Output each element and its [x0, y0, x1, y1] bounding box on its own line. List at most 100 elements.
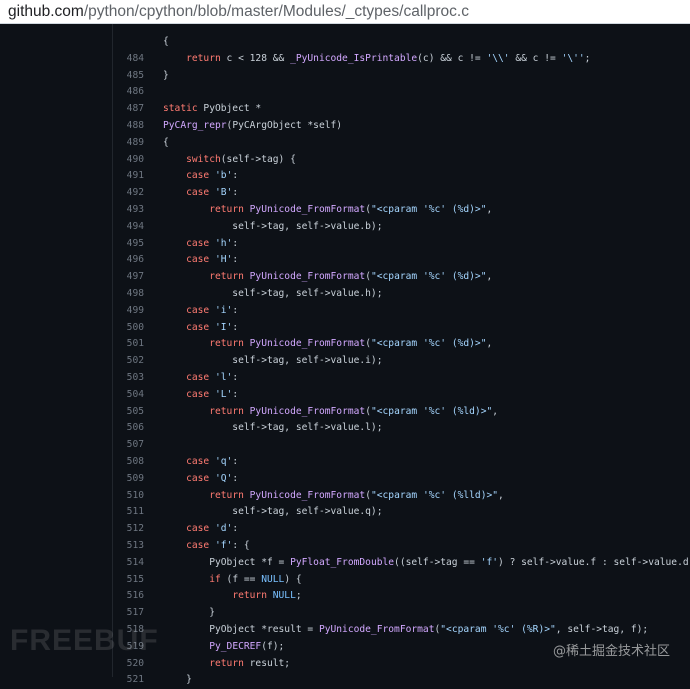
code-line: 495 case 'h': [0, 236, 690, 253]
code-line: 493 return PyUnicode_FromFormat("<cparam… [0, 202, 690, 219]
code-text: static PyObject * [163, 103, 262, 115]
code-text: case 'Q': [186, 472, 239, 484]
code-line: 521 } [0, 672, 690, 689]
line-number[interactable]: 505 [100, 404, 144, 421]
line-number[interactable]: 487 [100, 101, 144, 118]
line-number[interactable]: 521 [100, 672, 144, 689]
line-number[interactable]: 507 [100, 437, 144, 454]
line-number[interactable]: 506 [100, 420, 144, 437]
line-number[interactable]: 491 [100, 168, 144, 185]
url-path: /python/cpython/blob/master/Modules/_cty… [83, 3, 469, 20]
code-line: 512 case 'd': [0, 521, 690, 538]
code-text: case 'i': [186, 304, 239, 316]
line-number[interactable]: 496 [100, 252, 144, 269]
code-line: 503 case 'l': [0, 370, 690, 387]
line-number[interactable]: 509 [100, 471, 144, 488]
code-text: self->tag, self->value.i); [163, 355, 383, 367]
code-line: 501 return PyUnicode_FromFormat("<cparam… [0, 336, 690, 353]
code-text: { [163, 136, 169, 148]
code-text: return PyUnicode_FromFormat("<cparam '%c… [209, 338, 493, 350]
code-line: 491 case 'b': [0, 168, 690, 185]
line-number[interactable]: 489 [100, 135, 144, 152]
code-line: 496 case 'H': [0, 252, 690, 269]
code-text: case 'H': [186, 254, 239, 266]
code-text: return NULL; [232, 590, 302, 602]
code-text: } [163, 69, 169, 81]
code-line: 504 case 'L': [0, 387, 690, 404]
code-line: 509 case 'Q': [0, 471, 690, 488]
code-text: if (f == NULL) { [209, 573, 302, 585]
code-text: return PyUnicode_FromFormat("<cparam '%c… [209, 271, 493, 283]
code-line: 507 [0, 437, 690, 454]
line-number[interactable]: 484 [100, 51, 144, 68]
line-number[interactable]: 492 [100, 185, 144, 202]
code-text: return result; [209, 657, 291, 669]
line-number[interactable]: 517 [100, 605, 144, 622]
line-number[interactable]: 504 [100, 387, 144, 404]
line-number[interactable]: 490 [100, 152, 144, 169]
line-number[interactable]: 510 [100, 488, 144, 505]
line-number[interactable]: 511 [100, 504, 144, 521]
line-number[interactable]: 500 [100, 320, 144, 337]
code-text: case 'L': [186, 388, 239, 400]
code-line: 498 self->tag, self->value.h); [0, 286, 690, 303]
code-text: case 'I': [186, 321, 239, 333]
code-text: return PyUnicode_FromFormat("<cparam '%c… [209, 204, 493, 215]
line-number[interactable]: 501 [100, 336, 144, 353]
code-text: case 'f': { [186, 540, 250, 551]
code-line: 494 self->tag, self->value.b); [0, 219, 690, 236]
code-line: 486 [0, 84, 690, 101]
code-text: case 'B': [186, 187, 239, 199]
code-line: 488 PyCArg_repr(PyCArgObject *self) [0, 118, 690, 135]
code-line: 516 return NULL; [0, 588, 690, 605]
line-number[interactable]: 486 [100, 84, 144, 101]
code-text: self->tag, self->value.b); [163, 220, 383, 232]
line-number[interactable]: 503 [100, 370, 144, 387]
address-bar[interactable]: github.com/python/cpython/blob/master/Mo… [0, 0, 690, 24]
line-number[interactable]: 485 [100, 68, 144, 85]
line-number[interactable]: 502 [100, 353, 144, 370]
line-number[interactable]: 516 [100, 588, 144, 605]
code-line: 484 return c < 128 && _PyUnicode_IsPrint… [0, 51, 690, 68]
code-line: 515 if (f == NULL) { [0, 572, 690, 589]
code-line: 499 case 'i': [0, 303, 690, 320]
code-text: PyObject *f = PyFloat_FromDouble((self->… [163, 556, 690, 568]
line-number[interactable]: 508 [100, 454, 144, 471]
code-text: self->tag, self->value.h); [163, 288, 383, 299]
line-number[interactable]: 513 [100, 538, 144, 555]
line-number[interactable]: 514 [100, 555, 144, 572]
line-number[interactable]: 493 [100, 202, 144, 219]
code-line: 502 self->tag, self->value.i); [0, 353, 690, 370]
code-line: 514 PyObject *f = PyFloat_FromDouble((se… [0, 555, 690, 572]
code-text: Py_DECREF(f); [209, 640, 285, 652]
line-number[interactable]: 495 [100, 236, 144, 253]
code-text: return c < 128 && _PyUnicode_IsPrintable… [186, 52, 591, 64]
line-number[interactable]: 488 [100, 118, 144, 135]
line-number[interactable]: 498 [100, 286, 144, 303]
code-text: case 'd': [186, 523, 239, 535]
line-number[interactable]: 515 [100, 572, 144, 589]
code-line: 497 return PyUnicode_FromFormat("<cparam… [0, 269, 690, 286]
code-text: return PyUnicode_FromFormat("<cparam '%c… [209, 489, 504, 501]
code-line: 500 case 'I': [0, 320, 690, 337]
line-number[interactable]: 512 [100, 521, 144, 538]
line-number[interactable]: 499 [100, 303, 144, 320]
code-text: case 'l': [186, 372, 239, 383]
code-line: 508 case 'q': [0, 454, 690, 471]
code-line: 511 self->tag, self->value.q); [0, 504, 690, 521]
code-text: } [163, 674, 192, 686]
code-text: case 'b': [186, 170, 239, 182]
line-number[interactable]: 494 [100, 219, 144, 236]
code-text: self->tag, self->value.q); [163, 506, 383, 518]
code-line: { [0, 34, 690, 51]
code-text: PyObject *result = PyUnicode_FromFormat(… [163, 624, 649, 635]
line-number[interactable]: 520 [100, 656, 144, 673]
code-line: 490 switch(self->tag) { [0, 152, 690, 169]
url-text[interactable]: github.com/python/cpython/blob/master/Mo… [8, 2, 469, 22]
juejin-watermark: @稀土掘金技术社区 [552, 644, 670, 659]
code-line: 489 { [0, 135, 690, 152]
code-view: {484 return c < 128 && _PyUnicode_IsPrin… [0, 24, 690, 685]
code-text: return PyUnicode_FromFormat("<cparam '%c… [209, 405, 499, 417]
line-number[interactable]: 497 [100, 269, 144, 286]
code-line: 492 case 'B': [0, 185, 690, 202]
